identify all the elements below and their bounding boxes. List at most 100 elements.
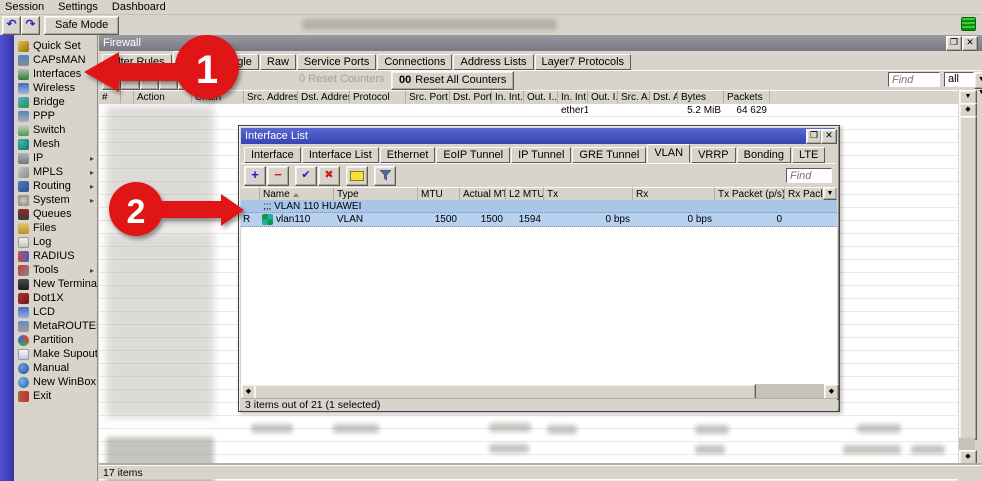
- column-header-in-interface[interactable]: In. Int...: [492, 90, 524, 103]
- column-header-bytes[interactable]: Bytes: [678, 90, 724, 103]
- tab-ip-tunnel[interactable]: IP Tunnel: [511, 147, 571, 163]
- sidebar-item-make-supout[interactable]: Make Supout.rif: [14, 347, 97, 361]
- sidebar-item-quick-set[interactable]: Quick Set: [14, 39, 97, 53]
- column-header-mtu[interactable]: MTU: [418, 187, 460, 200]
- tab-bonding[interactable]: Bonding: [737, 147, 791, 163]
- add-interface-button[interactable]: +: [244, 166, 266, 186]
- sidebar-item-ip[interactable]: IP▸: [14, 151, 97, 165]
- tab-raw[interactable]: Raw: [260, 54, 296, 70]
- column-header-chain[interactable]: Chain: [192, 90, 244, 103]
- column-header-dst-address[interactable]: Dst. Address: [298, 90, 350, 103]
- tab-nat[interactable]: NAT: [173, 51, 208, 70]
- column-header-in-interface-list[interactable]: In. Int...: [558, 90, 588, 103]
- sidebar-item-metarouter[interactable]: MetaROUTER: [14, 319, 97, 333]
- firewall-rule-row[interactable]: ether1 5.2 MiB 64 629: [99, 104, 958, 117]
- column-header-action[interactable]: Action: [134, 90, 192, 103]
- safe-mode-button[interactable]: Safe Mode: [44, 16, 119, 35]
- column-header-dst-address-list[interactable]: Dst. A...: [650, 90, 678, 103]
- sidebar-item-lcd[interactable]: LCD: [14, 305, 97, 319]
- tab-lte[interactable]: LTE: [792, 147, 825, 163]
- sidebar-item-manual[interactable]: Manual: [14, 361, 97, 375]
- tab-ethernet[interactable]: Ethernet: [380, 147, 436, 163]
- firewall-close-button[interactable]: ✕: [962, 36, 978, 51]
- sidebar-item-ppp[interactable]: PPP: [14, 109, 97, 123]
- sidebar-item-radius[interactable]: RADIUS: [14, 249, 97, 263]
- column-header-rx[interactable]: Rx: [633, 187, 715, 200]
- sidebar-item-mpls[interactable]: MPLS▸: [14, 165, 97, 179]
- sidebar-item-queues[interactable]: Queues: [14, 207, 97, 221]
- sidebar-item-log[interactable]: Log: [14, 235, 97, 249]
- column-header-name[interactable]: Name: [260, 187, 334, 200]
- sidebar-item-interfaces[interactable]: Interfaces: [14, 67, 97, 81]
- sidebar-item-new-terminal[interactable]: New Terminal: [14, 277, 97, 291]
- sidebar-item-wireless[interactable]: Wireless: [14, 81, 97, 95]
- disable-rule-button[interactable]: ✖: [159, 71, 178, 90]
- remove-rule-button[interactable]: −: [121, 71, 140, 90]
- firewall-filter-select[interactable]: all: [944, 72, 974, 87]
- column-header-src-address-list[interactable]: Src. A...: [618, 90, 650, 103]
- column-header-l2-mtu[interactable]: L2 MTU: [506, 187, 544, 200]
- column-header-blank[interactable]: [121, 90, 134, 103]
- disable-interface-button[interactable]: ✖: [318, 166, 340, 186]
- sidebar-item-switch[interactable]: Switch: [14, 123, 97, 137]
- vertical-scrollbar-track[interactable]: [959, 438, 975, 450]
- dialog-maximize-button[interactable]: ❐: [806, 129, 822, 144]
- column-header-rx-packet[interactable]: Rx Pack: [785, 187, 823, 200]
- column-header-tx[interactable]: Tx: [544, 187, 633, 200]
- enable-rule-button[interactable]: ✔: [140, 71, 159, 90]
- column-header-actual-mtu[interactable]: Actual MTU: [460, 187, 506, 200]
- tab-interface[interactable]: Interface: [244, 147, 301, 163]
- firewall-find-input[interactable]: [888, 72, 940, 87]
- tab-vlan[interactable]: VLAN: [647, 144, 690, 163]
- tab-mangle[interactable]: Mangle: [209, 54, 259, 70]
- column-header-type[interactable]: Type: [334, 187, 418, 200]
- comment-row[interactable]: ;;; VLAN 110 HUAWEI: [241, 200, 837, 213]
- header-dropdown-button[interactable]: ▼: [823, 187, 837, 200]
- sidebar-item-mesh[interactable]: Mesh: [14, 137, 97, 151]
- column-header-out-interface-list[interactable]: Out. I...: [588, 90, 618, 103]
- menu-session[interactable]: Session: [5, 1, 44, 13]
- enable-interface-button[interactable]: ✔: [295, 166, 317, 186]
- remove-interface-button[interactable]: −: [267, 166, 289, 186]
- reset-counters-button[interactable]: 0 Reset Counters: [299, 73, 385, 85]
- column-header-packets[interactable]: Packets: [724, 90, 770, 103]
- undo-button[interactable]: ↶: [2, 16, 21, 35]
- sidebar-item-partition[interactable]: Partition: [14, 333, 97, 347]
- sidebar-item-tools[interactable]: Tools▸: [14, 263, 97, 277]
- sidebar-item-files[interactable]: Files: [14, 221, 97, 235]
- tab-gre-tunnel[interactable]: GRE Tunnel: [572, 147, 646, 163]
- sidebar-item-exit[interactable]: Exit: [14, 389, 97, 403]
- column-header-src-address[interactable]: Src. Address: [244, 90, 298, 103]
- column-header-flags[interactable]: [241, 187, 260, 200]
- column-header-tx-packet[interactable]: Tx Packet (p/s): [715, 187, 785, 200]
- vertical-scrollbar-thumb[interactable]: [959, 116, 977, 440]
- sidebar-item-capsman[interactable]: CAPsMAN: [14, 53, 97, 67]
- sidebar-item-routing[interactable]: Routing▸: [14, 179, 97, 193]
- tab-filter-rules[interactable]: Filter Rules: [102, 54, 172, 70]
- column-header-out-interface[interactable]: Out. I...: [524, 90, 558, 103]
- dialog-find-input[interactable]: [786, 168, 832, 183]
- firewall-maximize-button[interactable]: ❐: [946, 36, 962, 51]
- column-header-number[interactable]: #: [99, 90, 121, 103]
- sidebar-item-system[interactable]: System▸: [14, 193, 97, 207]
- tab-service-ports[interactable]: Service Ports: [297, 54, 376, 70]
- column-header-src-port[interactable]: Src. Port: [406, 90, 450, 103]
- scroll-down-button[interactable]: ◆: [959, 450, 977, 465]
- comment-button[interactable]: ▮: [178, 71, 197, 90]
- tab-interface-list[interactable]: Interface List: [302, 147, 379, 163]
- redo-button[interactable]: ↷: [21, 16, 40, 35]
- tab-connections[interactable]: Connections: [377, 54, 452, 70]
- tab-eoip-tunnel[interactable]: EoIP Tunnel: [436, 147, 510, 163]
- comment-button[interactable]: [346, 166, 368, 186]
- sidebar-item-dot1x[interactable]: Dot1X: [14, 291, 97, 305]
- menu-dashboard[interactable]: Dashboard: [112, 1, 166, 13]
- tab-vrrp[interactable]: VRRP: [691, 147, 736, 163]
- tab-address-lists[interactable]: Address Lists: [453, 54, 533, 70]
- filter-dropdown-button[interactable]: ▼▼: [974, 72, 982, 89]
- column-header-protocol[interactable]: Protocol: [350, 90, 406, 103]
- dialog-close-button[interactable]: ✕: [821, 129, 837, 144]
- column-header-dst-port[interactable]: Dst. Port: [450, 90, 492, 103]
- filter-button[interactable]: [374, 166, 396, 186]
- add-rule-button[interactable]: +: [102, 71, 121, 90]
- sidebar-item-new-winbox[interactable]: New WinBox: [14, 375, 97, 389]
